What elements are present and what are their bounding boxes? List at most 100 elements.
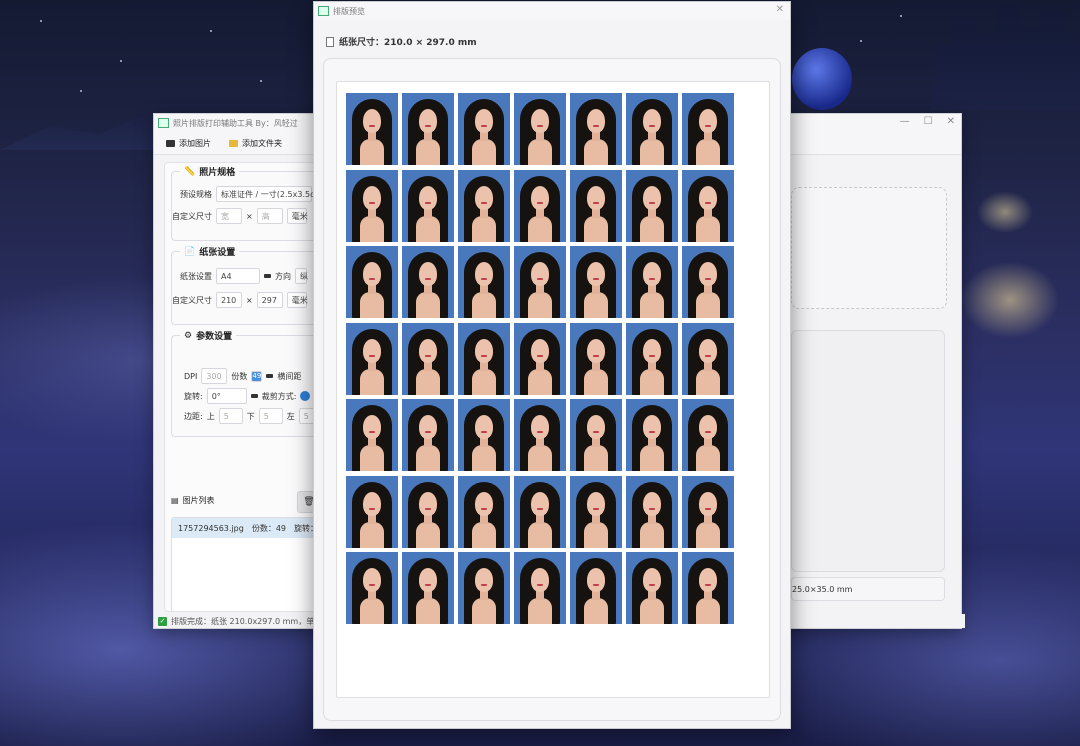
id-photo (682, 93, 734, 165)
paper-height-input[interactable]: 297 (256, 292, 283, 308)
star (900, 15, 902, 17)
preview-window: 排版预览 ✕ 纸张尺寸：210.0 × 297.0 mm (313, 1, 791, 729)
id-photo (458, 552, 510, 624)
preview-titlebar[interactable]: 排版预览 (314, 2, 790, 20)
image-icon (166, 139, 175, 147)
id-photo (514, 246, 566, 318)
id-photo (570, 322, 622, 395)
id-photo (626, 246, 678, 318)
document-icon: 📄 (184, 246, 196, 257)
id-photo (458, 169, 510, 242)
id-photo (682, 552, 734, 624)
preview-scroll-area[interactable] (323, 58, 781, 721)
photo-preview-card (791, 330, 945, 572)
star (260, 80, 262, 82)
paper-width-input[interactable]: 210 (216, 292, 242, 308)
id-photo (346, 552, 398, 624)
id-photo (514, 475, 566, 548)
id-photo (514, 399, 566, 471)
photo-height-input[interactable]: 高 (256, 208, 283, 224)
maximize-icon[interactable]: ☐ (924, 116, 933, 127)
rotate-spin-icon[interactable] (250, 394, 258, 398)
id-photo (346, 322, 398, 395)
preset-select[interactable]: 标准证件 / 一寸(2.5x3.5cm) (216, 186, 315, 202)
check-icon: ✓ (158, 616, 167, 626)
star (860, 40, 862, 42)
params-title: 参数设置 (196, 332, 233, 342)
app-icon (158, 118, 169, 128)
id-photo (402, 93, 454, 165)
drop-zone[interactable] (791, 187, 947, 309)
direction-select[interactable]: 纵 (295, 268, 308, 284)
paper-size-label: 纸张尺寸：210.0 × 297.0 mm (326, 35, 477, 48)
image-list-title: 图片列表 (182, 496, 215, 505)
main-window-title: 照片排版打印辅助工具 By：风轻过 (173, 118, 298, 128)
rotate-select[interactable]: 0° (206, 388, 247, 404)
star (40, 20, 42, 22)
paper-unit-select[interactable]: 毫米 (286, 292, 308, 308)
id-photo (626, 169, 678, 242)
photo-unit-select[interactable]: 毫米 (286, 208, 308, 224)
id-photo (402, 322, 454, 395)
id-photo (402, 399, 454, 471)
minimize-icon[interactable]: — (900, 116, 910, 127)
photo-spec-group: 📏 照片规格 预设规格 标准证件 / 一寸(2.5x3.5cm) 自定义尺寸 宽… (171, 165, 315, 241)
app-icon (318, 6, 329, 16)
gear-icon: ⚙ (184, 330, 193, 341)
id-photo (346, 93, 398, 165)
id-photo (570, 169, 622, 242)
id-photo (682, 169, 734, 242)
star (80, 90, 82, 92)
id-photo (514, 322, 566, 395)
margin-top-input[interactable]: 5 (218, 408, 243, 424)
id-photo (514, 93, 566, 165)
close-icon[interactable]: ✕ (776, 4, 784, 15)
margin-bottom-input[interactable]: 5 (258, 408, 283, 424)
paper-spin-icon[interactable] (264, 274, 271, 278)
id-photo (346, 399, 398, 471)
crop-radio[interactable] (300, 391, 311, 401)
id-photo (402, 169, 454, 242)
document-icon (326, 36, 334, 47)
wallpaper-city (930, 5, 1080, 110)
id-photo (626, 399, 678, 471)
ruler-icon: 📏 (184, 166, 196, 177)
id-photo (626, 475, 678, 548)
id-photo (570, 246, 622, 318)
id-photo (682, 246, 734, 318)
id-photo (346, 169, 398, 242)
add-image-button[interactable]: 添加图片 (166, 138, 211, 149)
id-photo (402, 552, 454, 624)
close-icon[interactable]: ✕ (947, 116, 955, 127)
id-photo (458, 246, 510, 318)
id-photo (570, 552, 622, 624)
add-folder-button[interactable]: 添加文件夹 (229, 138, 282, 149)
size-readout: 25.0×35.0 mm (791, 577, 945, 601)
copies-spin-icon[interactable] (266, 374, 274, 378)
copies-input[interactable]: 49 (251, 370, 263, 382)
id-photo (626, 93, 678, 165)
id-photo (346, 475, 398, 548)
preview-window-title: 排版预览 (333, 6, 365, 16)
params-group: ⚙ 参数设置 DPI 300 份数 49 横间距 旋转: 0° 裁剪方式: 边距… (171, 329, 315, 437)
id-photo (570, 399, 622, 471)
id-photo (626, 552, 678, 624)
paper-select[interactable]: A4 (216, 268, 260, 284)
folder-icon (229, 139, 238, 147)
image-list-header: ▤ 图片列表 (171, 495, 215, 506)
wallpaper-orb (792, 48, 852, 110)
photo-width-input[interactable]: 宽 (216, 208, 242, 224)
id-photo (682, 322, 734, 395)
id-photo (402, 475, 454, 548)
list-icon: ▤ (171, 496, 179, 505)
photo-grid (346, 93, 734, 624)
paper-group: 📄 纸张设置 纸张设置 A4 方向 纵 自定义尺寸 210 × 297 毫米 (171, 245, 315, 325)
id-photo (514, 552, 566, 624)
id-photo (626, 322, 678, 395)
id-photo (458, 322, 510, 395)
list-item[interactable]: 1757294563.jpg 份数：49 旋转：0° (172, 518, 315, 538)
image-list: 1757294563.jpg 份数：49 旋转：0° (171, 517, 315, 611)
dpi-input[interactable]: 300 (201, 368, 228, 384)
id-photo (346, 246, 398, 318)
id-photo (458, 93, 510, 165)
